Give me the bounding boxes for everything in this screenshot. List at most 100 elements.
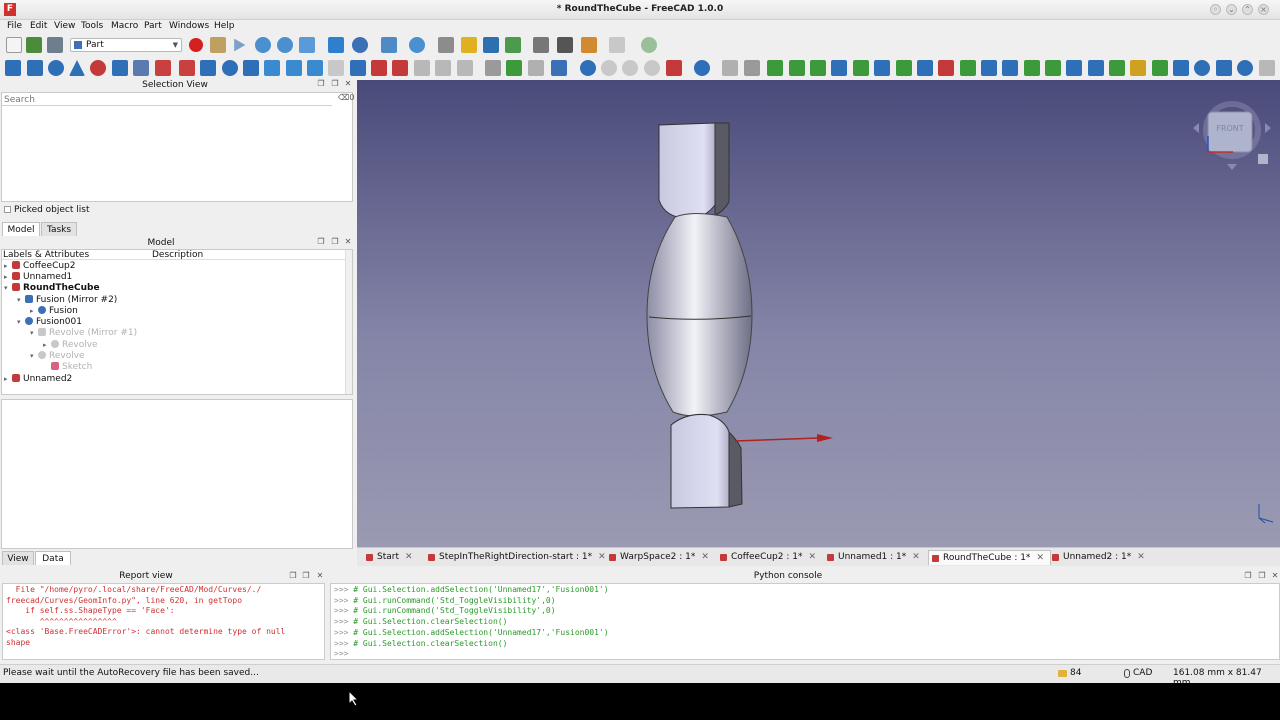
cut-icon[interactable]: [528, 60, 544, 76]
doc-tab-unnamed1[interactable]: Unnamed1 : 1* ✕: [824, 550, 920, 565]
curves-icon-4[interactable]: [831, 60, 847, 76]
curves-icon-18[interactable]: [1130, 60, 1146, 76]
menu-edit[interactable]: Edit: [30, 21, 47, 31]
expressions-icon[interactable]: [533, 37, 549, 53]
model-close-icon[interactable]: ✕: [344, 238, 352, 246]
console-close-icon[interactable]: ✕: [1271, 572, 1279, 580]
tree-item-revolve[interactable]: ▸ Revolve: [43, 340, 98, 351]
refresh-icon[interactable]: [641, 37, 657, 53]
menu-macro[interactable]: Macro: [111, 21, 138, 31]
tree-item-roundthecube[interactable]: ▾ RoundTheCube: [4, 283, 100, 294]
part-cylinder-icon[interactable]: [27, 60, 43, 76]
doc-tab-start[interactable]: Start ✕: [363, 550, 413, 565]
undo-icon[interactable]: [581, 37, 597, 53]
curves-icon-3[interactable]: [810, 60, 826, 76]
cross-section-icon[interactable]: [392, 60, 408, 76]
save-document-icon[interactable]: [47, 37, 63, 53]
tree-item-fusion001[interactable]: ▾ Fusion001: [17, 317, 82, 328]
curves-icon-1[interactable]: [767, 60, 783, 76]
measure-icon[interactable]: [409, 37, 425, 53]
boolean-icon[interactable]: [506, 60, 522, 76]
common-icon[interactable]: [580, 60, 596, 76]
report-float-icon[interactable]: ❐: [302, 572, 310, 580]
attachment-icon[interactable]: [744, 60, 760, 76]
tab-close-icon[interactable]: ✕: [1137, 552, 1145, 562]
fuse-icon[interactable]: [551, 60, 567, 76]
panel-close-icon[interactable]: ✕: [344, 80, 352, 88]
tab-close-icon[interactable]: ✕: [912, 552, 920, 562]
curves-icon-13[interactable]: [1024, 60, 1040, 76]
tree-item-coffeecup2[interactable]: ▸ CoffeeCup2: [4, 261, 76, 272]
console-float-icon[interactable]: ❐: [1258, 572, 1266, 580]
part-torus-icon[interactable]: [90, 60, 106, 76]
tree-item-fusion-mirror2[interactable]: ▾ Fusion (Mirror #2): [17, 295, 117, 306]
selection-search-input[interactable]: Search: [2, 94, 332, 106]
revolve-icon[interactable]: [200, 60, 216, 76]
picked-object-list-toggle[interactable]: Picked object list: [4, 205, 90, 217]
console-undock-icon[interactable]: ❐: [1244, 572, 1252, 580]
navcube-left-arrow-icon[interactable]: [1193, 123, 1199, 133]
curves-icon-9[interactable]: [938, 60, 954, 76]
navigation-cube[interactable]: FRONT: [1193, 101, 1271, 170]
tab-close-icon[interactable]: ✕: [701, 552, 709, 562]
curves-icon-5[interactable]: [853, 60, 869, 76]
part-icon[interactable]: [461, 37, 477, 53]
curves-icon-8[interactable]: [917, 60, 933, 76]
fit-all-icon[interactable]: [255, 37, 271, 53]
sweep-icon[interactable]: [350, 60, 366, 76]
menu-help[interactable]: Help: [214, 21, 235, 31]
undock-icon[interactable]: ❐: [317, 80, 325, 88]
selection-list[interactable]: [1, 92, 353, 202]
curves-icon-10[interactable]: [960, 60, 976, 76]
clear-search-icon[interactable]: ⌫0: [338, 94, 354, 102]
link-icon[interactable]: [438, 37, 454, 53]
redo-icon[interactable]: [609, 37, 625, 53]
notifications-icon[interactable]: [1058, 670, 1067, 677]
minimize-button[interactable]: ⌄: [1226, 4, 1237, 15]
whats-this-icon[interactable]: [557, 37, 573, 53]
check-geometry-icon[interactable]: [694, 60, 710, 76]
make-face-icon[interactable]: [286, 60, 302, 76]
extrude-icon[interactable]: [179, 60, 195, 76]
model-undock-icon[interactable]: ❐: [317, 238, 325, 246]
macro-record-icon[interactable]: [189, 38, 203, 52]
doc-tab-roundthecube[interactable]: RoundTheCube : 1* ✕: [928, 550, 1051, 565]
menu-view[interactable]: View: [54, 21, 75, 31]
report-undock-icon[interactable]: ❐: [289, 572, 297, 580]
menu-tools[interactable]: Tools: [81, 21, 103, 31]
curves-icon-6[interactable]: [874, 60, 890, 76]
join-embed-icon[interactable]: [622, 60, 638, 76]
loft-icon[interactable]: [328, 60, 344, 76]
join-cutout-icon[interactable]: [644, 60, 660, 76]
workbench-selector[interactable]: Part ▼: [70, 38, 182, 52]
tab-data[interactable]: Data: [35, 551, 71, 565]
macro-run-icon[interactable]: [234, 38, 246, 52]
curves-icon-7[interactable]: [896, 60, 912, 76]
doc-tab-stepintherightdirection[interactable]: StepInTheRightDirection-start : 1* ✕: [425, 550, 606, 565]
curves-icon-20[interactable]: [1173, 60, 1189, 76]
maximize-button[interactable]: ⌃: [1242, 4, 1253, 15]
curves-icon-16[interactable]: [1088, 60, 1104, 76]
3d-viewport[interactable]: FRONT: [357, 80, 1280, 547]
navcube-down-arrow-icon[interactable]: [1227, 164, 1237, 170]
part-cube-icon[interactable]: [5, 60, 21, 76]
tab-close-icon[interactable]: ✕: [808, 552, 816, 562]
new-document-icon[interactable]: [6, 37, 22, 53]
curves-icon-11[interactable]: [981, 60, 997, 76]
bounding-box-icon[interactable]: [328, 37, 344, 53]
tab-view[interactable]: View: [2, 551, 34, 565]
python-console-input[interactable]: >>> # Gui.Selection.addSelection('Unname…: [330, 583, 1280, 660]
tree-item-revolve-2[interactable]: ▾ Revolve: [30, 351, 85, 362]
report-close-icon[interactable]: ✕: [316, 572, 324, 580]
section-icon[interactable]: [371, 60, 387, 76]
fillet-icon[interactable]: [243, 60, 259, 76]
doc-tab-coffeecup2[interactable]: CoffeeCup2 : 1* ✕: [717, 550, 816, 565]
tree-item-unnamed1[interactable]: ▸ Unnamed1: [4, 272, 72, 283]
navigation-style[interactable]: CAD: [1133, 668, 1152, 678]
shape-builder-icon[interactable]: [155, 60, 171, 76]
tree-item-fusion[interactable]: ▸ Fusion: [30, 306, 78, 317]
doc-tab-unnamed2[interactable]: Unnamed2 : 1* ✕: [1049, 550, 1145, 565]
mirror-icon[interactable]: [222, 60, 238, 76]
curves-icon-22[interactable]: [1216, 60, 1232, 76]
menu-file[interactable]: File: [7, 21, 22, 31]
